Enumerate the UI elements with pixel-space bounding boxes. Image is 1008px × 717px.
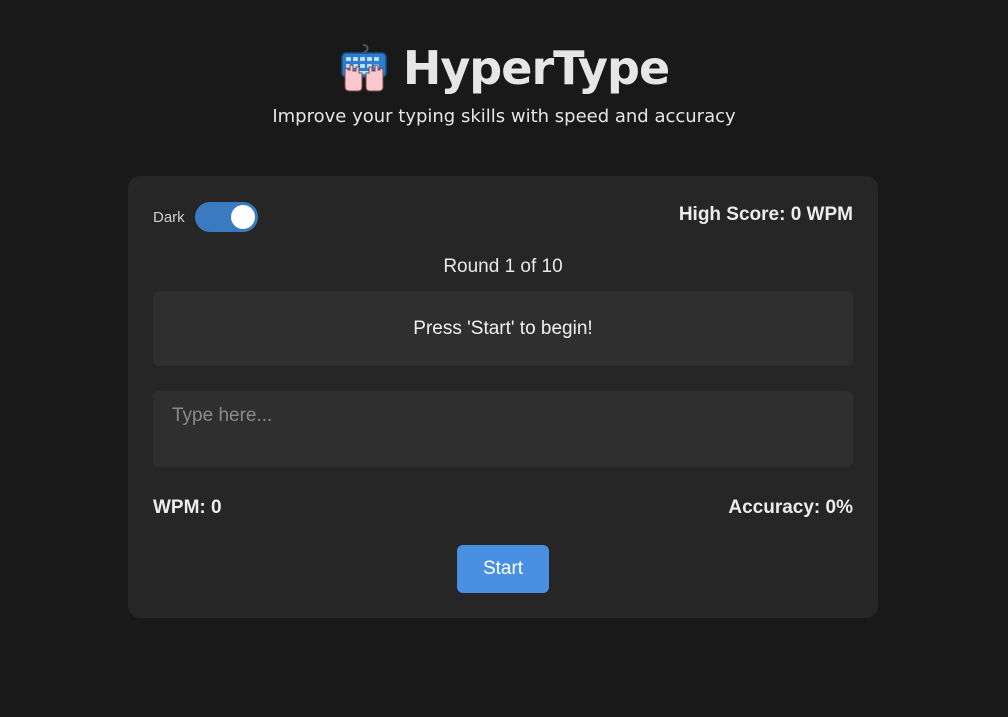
theme-toggle-label: Dark bbox=[153, 208, 185, 226]
title-row: HyperType bbox=[0, 38, 1008, 98]
app-subtitle: Improve your typing skills with speed an… bbox=[272, 106, 736, 127]
prompt-box: Press 'Start' to begin! bbox=[153, 291, 853, 366]
header: HyperType Improve your typing skills wit… bbox=[0, 38, 1008, 127]
theme-toggle[interactable] bbox=[194, 202, 258, 232]
high-score: High Score: 0 WPM bbox=[678, 204, 853, 225]
prompt-text: Press 'Start' to begin! bbox=[413, 317, 593, 339]
theme-toggle-knob bbox=[230, 205, 255, 229]
app-title: HyperType bbox=[402, 41, 670, 95]
start-button[interactable]: Start bbox=[457, 545, 549, 593]
theme-toggle-group: Dark bbox=[153, 202, 258, 232]
wpm-stat: WPM: 0 bbox=[153, 497, 222, 518]
keyboard-hands-icon bbox=[339, 43, 389, 93]
accuracy-stat: Accuracy: 0% bbox=[728, 497, 853, 518]
typing-input[interactable] bbox=[153, 391, 853, 467]
typing-card: Dark High Score: 0 WPM Round 1 of 10 Pre… bbox=[128, 176, 878, 618]
round-indicator: Round 1 of 10 bbox=[443, 256, 563, 277]
